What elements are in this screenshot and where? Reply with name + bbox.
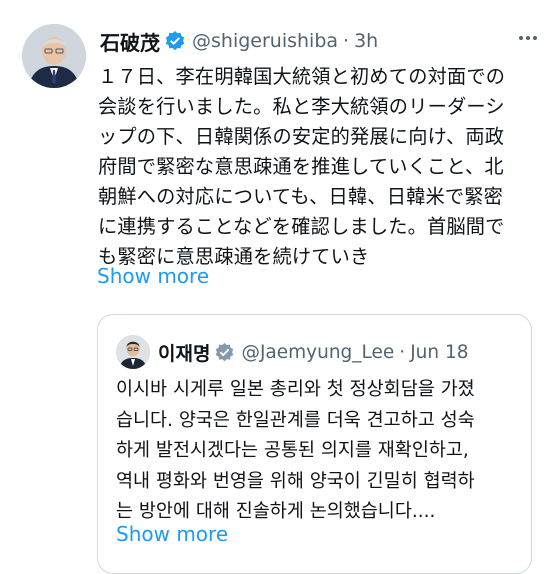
- verified-badge-icon: [216, 342, 234, 361]
- show-more-link[interactable]: Show more: [97, 264, 209, 288]
- verified-badge-icon: [165, 31, 185, 51]
- author-name[interactable]: 石破茂: [100, 27, 160, 56]
- post-time[interactable]: 3h: [354, 30, 378, 52]
- more-dot: [519, 36, 523, 40]
- quoted-author-avatar-image: [116, 335, 150, 369]
- author-avatar-image: [22, 24, 86, 88]
- quoted-post-text: 이시바 시게루 일본 총리와 첫 정상회담을 가졌 습니다. 양국은 한일관계를…: [116, 379, 475, 522]
- quoted-author-avatar[interactable]: [116, 335, 150, 369]
- author-avatar[interactable]: [22, 24, 86, 88]
- more-dot: [533, 36, 537, 40]
- quoted-author-handle[interactable]: @Jaemyung_Lee: [241, 342, 394, 363]
- quoted-post[interactable]: 이재명 @Jaemyung_Lee · Jun 18 이시바 시게루 일본 총리…: [97, 314, 532, 574]
- quoted-post-time[interactable]: Jun 18: [410, 342, 468, 363]
- author-handle[interactable]: @shigeruishiba: [192, 30, 338, 52]
- separator-dot: ·: [343, 30, 350, 52]
- quoted-show-more-link[interactable]: Show more: [116, 522, 228, 546]
- separator-dot: ·: [399, 341, 406, 363]
- more-dot: [526, 36, 530, 40]
- quoted-author-name[interactable]: 이재명: [158, 339, 210, 366]
- post-header: 石破茂 @shigeruishiba · 3h: [100, 26, 539, 56]
- post: 石破茂 @shigeruishiba · 3h １７日、李在明韓国大統領と初めて…: [0, 0, 559, 574]
- post-text: １７日、李在明韓国大統領と初めての対面での 会談を行いました。私と李大統領のリー…: [98, 65, 506, 268]
- more-options-icon[interactable]: [519, 36, 537, 40]
- quoted-post-header: 이재명 @Jaemyung_Lee · Jun 18: [116, 335, 469, 369]
